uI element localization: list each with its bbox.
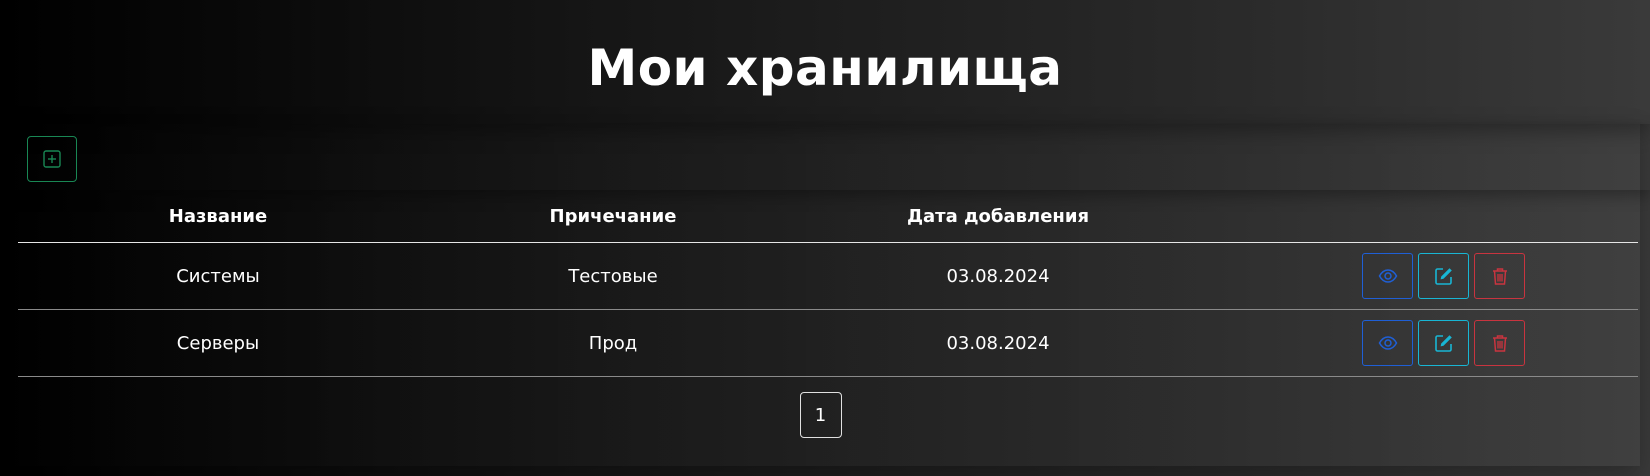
pencil-square-icon	[1434, 335, 1452, 352]
cell-note: Прод	[418, 309, 808, 377]
edit-button[interactable]	[1418, 253, 1469, 299]
page-title: Мои хранилища	[587, 39, 1063, 97]
row-actions	[1188, 253, 1638, 299]
table-header-row: Название Причечание Дата добавления	[18, 190, 1638, 243]
cell-date: 03.08.2024	[808, 242, 1188, 310]
storages-card: Название Причечание Дата добавления Сист…	[0, 124, 1640, 466]
trash-icon	[1492, 268, 1507, 285]
edit-button[interactable]	[1418, 320, 1469, 366]
delete-button[interactable]	[1474, 253, 1525, 299]
add-storage-button[interactable]	[27, 136, 77, 182]
toolbar	[0, 124, 1650, 190]
storages-table: Название Причечание Дата добавления Сист…	[18, 190, 1638, 377]
header-name: Название	[18, 190, 418, 243]
view-button[interactable]	[1362, 320, 1413, 366]
header-date: Дата добавления	[808, 190, 1188, 243]
cell-name: Системы	[18, 242, 418, 310]
page-button-1[interactable]: 1	[799, 392, 842, 438]
plus-square-icon	[43, 150, 61, 168]
delete-button[interactable]	[1474, 320, 1525, 366]
cell-note: Тестовые	[418, 242, 808, 310]
view-button[interactable]	[1362, 253, 1413, 299]
header-note: Причечание	[418, 190, 808, 243]
cell-date: 03.08.2024	[808, 309, 1188, 377]
page-header: Мои хранилища	[0, 0, 1650, 124]
cell-actions	[1188, 309, 1638, 377]
cell-actions	[1188, 242, 1638, 310]
cell-name: Серверы	[18, 309, 418, 377]
pencil-square-icon	[1434, 268, 1452, 285]
pagination: 1	[0, 392, 1640, 438]
trash-icon	[1492, 335, 1507, 352]
eye-icon	[1378, 269, 1397, 283]
table-row: Серверы Прод 03.08.2024	[18, 309, 1638, 377]
header-actions	[1188, 190, 1638, 243]
eye-icon	[1378, 336, 1397, 350]
row-actions	[1188, 320, 1638, 366]
table-row: Системы Тестовые 03.08.2024	[18, 242, 1638, 310]
